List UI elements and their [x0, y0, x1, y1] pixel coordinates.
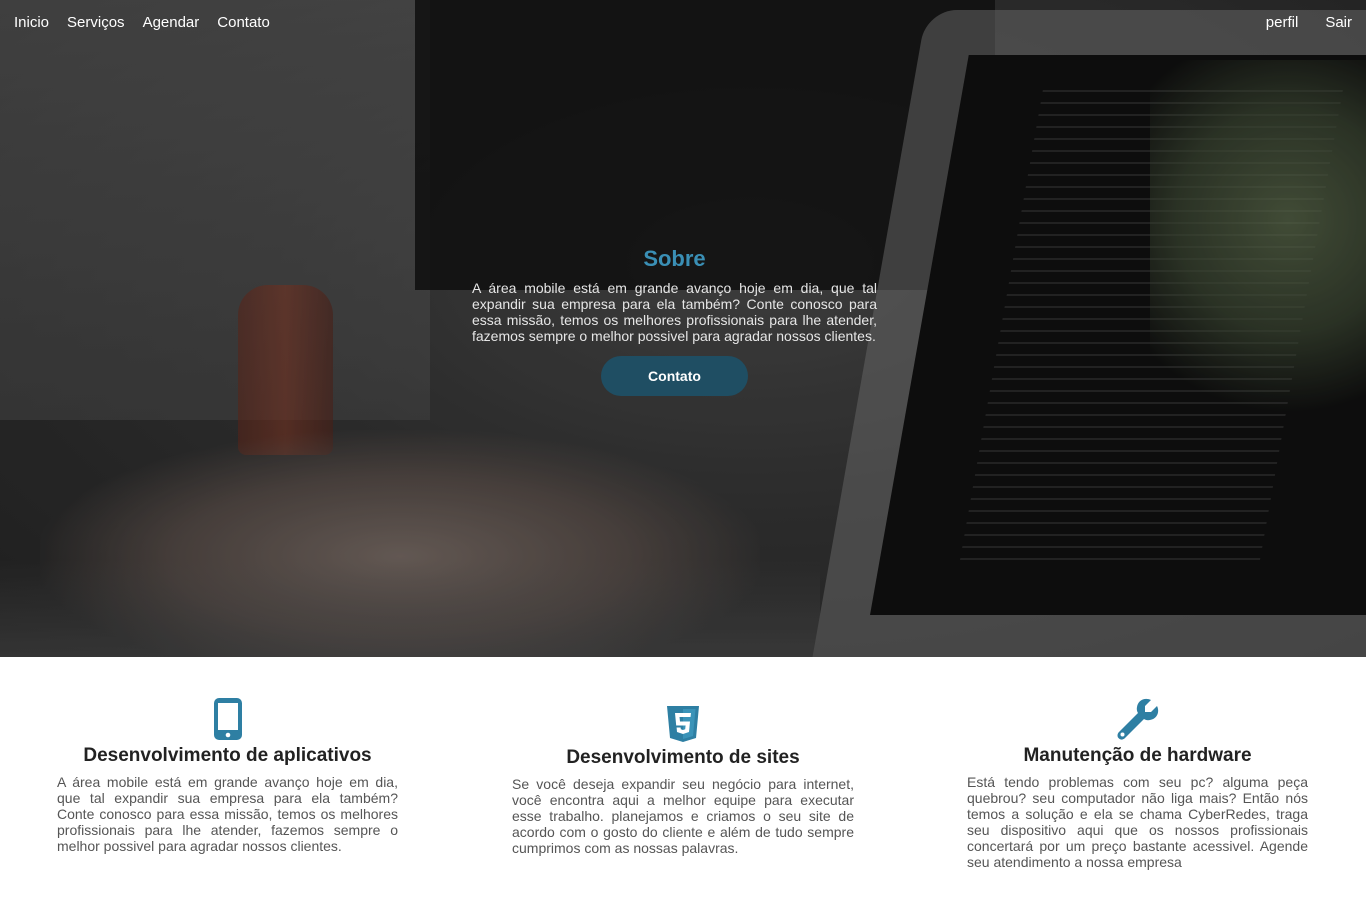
nav-contato-link[interactable]: Contato: [217, 14, 270, 31]
service-apps-text: A área mobile está em grande avanço hoje…: [57, 774, 398, 854]
nav-links: Inicio Serviços Agendar Contato: [14, 14, 270, 31]
service-hardware: Manutenção de hardware Está tendo proble…: [967, 697, 1308, 870]
about-section: Sobre A área mobile está em grande avanç…: [472, 246, 877, 396]
nav-logout-link[interactable]: Sair: [1325, 14, 1352, 31]
nav-servicos-link[interactable]: Serviços: [67, 14, 125, 31]
nav-inicio-link[interactable]: Inicio: [14, 14, 49, 31]
html5-icon: [667, 706, 699, 742]
hero-section: Inicio Serviços Agendar Contato perfil S…: [0, 0, 1366, 657]
nav-profile-link[interactable]: perfil: [1266, 14, 1299, 31]
contact-button[interactable]: Contato: [601, 356, 748, 396]
service-sites-text: Se você deseja expandir seu negócio para…: [512, 776, 854, 856]
service-apps: Desenvolvimento de aplicativos A área mo…: [57, 697, 398, 854]
service-hardware-title: Manutenção de hardware: [1023, 745, 1252, 766]
nav-agendar-link[interactable]: Agendar: [143, 14, 200, 31]
about-text: A área mobile está em grande avanço hoje…: [472, 280, 877, 344]
mobile-phone-icon: [213, 698, 242, 740]
service-sites: Desenvolvimento de sites Se você deseja …: [512, 705, 854, 856]
service-sites-title: Desenvolvimento de sites: [566, 747, 800, 768]
about-title: Sobre: [643, 246, 706, 271]
service-apps-title: Desenvolvimento de aplicativos: [83, 745, 372, 766]
wrench-icon: [1117, 698, 1158, 740]
top-navigation: Inicio Serviços Agendar Contato perfil S…: [0, 14, 1366, 34]
service-hardware-text: Está tendo problemas com seu pc? alguma …: [967, 774, 1308, 870]
nav-user-links: perfil Sair: [1266, 14, 1352, 31]
